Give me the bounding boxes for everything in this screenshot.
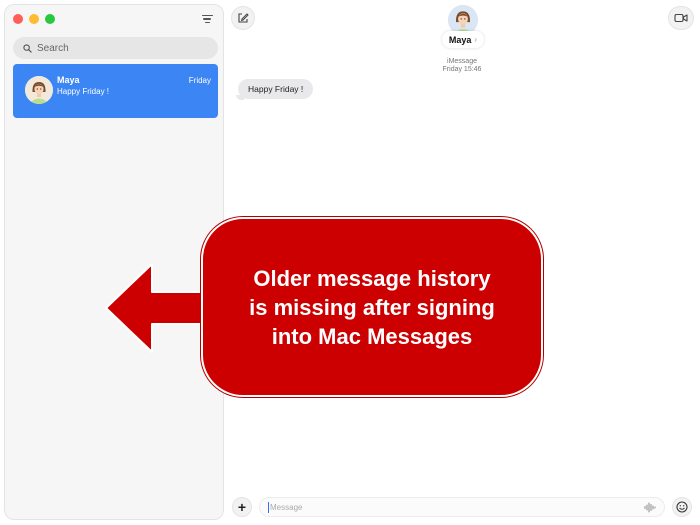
waveform-icon[interactable] <box>644 502 656 513</box>
minimize-window-button[interactable] <box>29 14 39 24</box>
emoji-icon <box>676 501 688 513</box>
annotation-line: is missing after signing <box>249 294 495 320</box>
contact-name: Maya <box>448 34 472 45</box>
zoom-window-button[interactable] <box>45 14 55 24</box>
incoming-message-bubble[interactable]: Happy Friday ! <box>238 79 314 99</box>
message-placeholder: Message <box>270 502 303 512</box>
window-controls <box>13 14 55 24</box>
conversation-time: Friday <box>188 76 211 85</box>
chevron-right-icon: › <box>474 35 478 44</box>
close-window-button[interactable] <box>13 14 23 24</box>
video-camera-icon <box>674 13 688 23</box>
service-label: iMessage <box>447 58 477 65</box>
emoji-button[interactable] <box>672 497 692 517</box>
annotation-line: Older message history <box>253 265 491 291</box>
search-icon <box>23 43 32 53</box>
compose-icon <box>238 13 249 23</box>
filter-icon[interactable] <box>199 11 215 27</box>
annotation-text: Older message history is missing after s… <box>222 264 522 351</box>
video-call-button[interactable] <box>668 6 694 30</box>
add-attachment-button[interactable]: + <box>232 497 252 517</box>
contact-name-button[interactable]: Maya › <box>442 31 484 48</box>
arrow-left-icon <box>105 263 207 353</box>
message-timestamp: Friday 15:46 <box>442 66 482 73</box>
messages-window: Search Maya Happy Friday ! Friday Maya ›… <box>0 0 700 525</box>
compose-button[interactable] <box>231 6 255 30</box>
search-input[interactable]: Search <box>13 37 218 59</box>
conversation-name: Maya <box>57 75 80 85</box>
text-caret <box>268 501 269 513</box>
message-input[interactable]: Message <box>259 497 665 517</box>
annotation-callout: Older message history is missing after s… <box>201 217 543 397</box>
search-placeholder: Search <box>37 42 69 54</box>
conversation-preview: Happy Friday ! <box>57 87 110 96</box>
conversation-item[interactable]: Maya Happy Friday ! Friday <box>13 64 218 118</box>
annotation-line: into Mac Messages <box>271 323 473 349</box>
avatar <box>25 76 53 104</box>
